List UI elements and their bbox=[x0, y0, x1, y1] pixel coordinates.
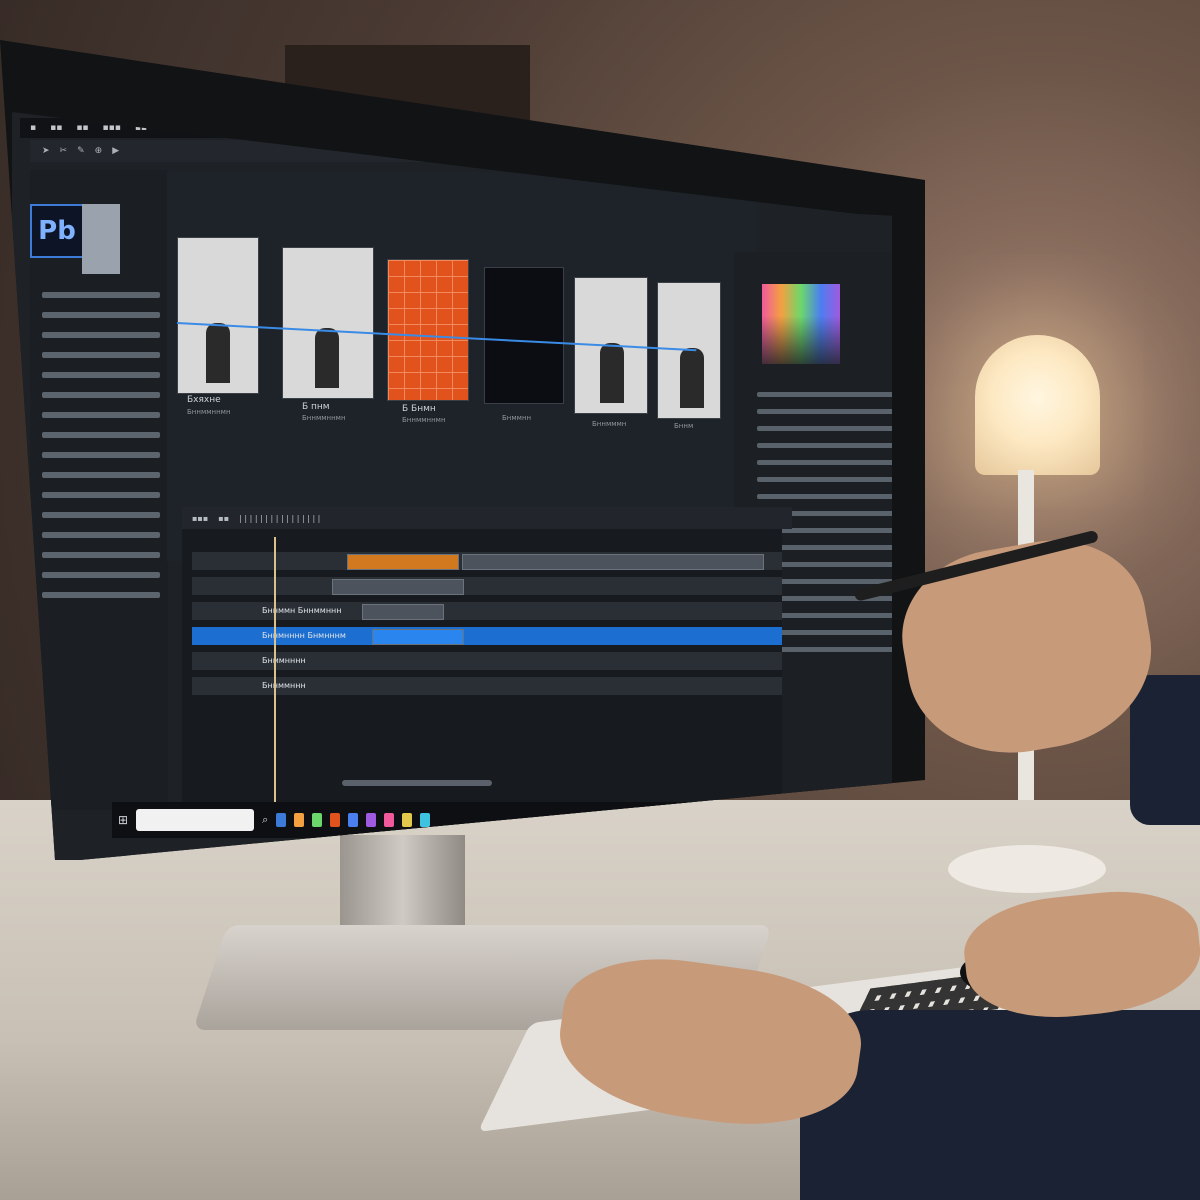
frame-3[interactable] bbox=[387, 259, 469, 401]
list-item[interactable] bbox=[42, 412, 160, 418]
project-list bbox=[42, 292, 160, 598]
property-row[interactable] bbox=[757, 460, 892, 465]
frame-title: Бхяхне bbox=[187, 395, 221, 405]
timeline-ruler[interactable]: | | | | | | | | | | | | | | | | bbox=[239, 514, 320, 523]
windows-icon[interactable]: ⊞ bbox=[118, 813, 128, 827]
monitor: ▪ ▪▪ ▪▪ ▪▪▪ ▪▪ ➤ ✂ ✎ ⊕ ▶ Pb Бхяхне Бннмм… bbox=[0, 40, 925, 860]
list-item[interactable] bbox=[42, 472, 160, 478]
timeline-scrollbar[interactable] bbox=[342, 780, 492, 786]
color-picker[interactable] bbox=[762, 284, 840, 364]
tool-zoom-icon[interactable]: ⊕ bbox=[95, 146, 103, 156]
search-input[interactable] bbox=[136, 809, 255, 831]
list-item[interactable] bbox=[42, 452, 160, 458]
frame-subtitle: Бннммннмн bbox=[302, 414, 346, 422]
taskbar-app-icon[interactable] bbox=[276, 813, 287, 827]
property-row[interactable] bbox=[757, 477, 892, 482]
search-icon[interactable]: ⌕ bbox=[262, 813, 268, 827]
list-item[interactable] bbox=[42, 312, 160, 318]
menu-help[interactable]: ▪▪ bbox=[135, 123, 147, 133]
frame-4[interactable] bbox=[484, 267, 564, 404]
list-item[interactable] bbox=[42, 512, 160, 518]
frame-subtitle: Бннммннмн bbox=[187, 408, 231, 416]
frame-subtitle: Бннм bbox=[674, 422, 694, 430]
track-label: Бнммнннн bbox=[262, 656, 306, 665]
list-item[interactable] bbox=[42, 592, 160, 598]
clip[interactable] bbox=[347, 554, 459, 570]
playhead[interactable] bbox=[274, 537, 276, 807]
clip[interactable] bbox=[332, 579, 464, 595]
clip[interactable] bbox=[372, 629, 464, 645]
track-row[interactable] bbox=[192, 552, 782, 570]
track-row-selected[interactable]: Бннмнннн Бнмнннм bbox=[192, 627, 782, 645]
tool-play-icon[interactable]: ▶ bbox=[112, 146, 119, 156]
tool-cut-icon[interactable]: ✂ bbox=[60, 146, 68, 156]
frame-1[interactable] bbox=[177, 237, 259, 394]
track-row[interactable]: Бнммнннн bbox=[192, 652, 782, 670]
list-item[interactable] bbox=[42, 532, 160, 538]
list-item[interactable] bbox=[42, 392, 160, 398]
taskbar-app-icon[interactable] bbox=[366, 813, 377, 827]
clip[interactable] bbox=[362, 604, 444, 620]
person-figure bbox=[679, 348, 704, 408]
list-item[interactable] bbox=[42, 492, 160, 498]
frame-subtitle: Бнммнн bbox=[502, 414, 532, 422]
timeline-header: ▪▪▪ ▪▪ | | | | | | | | | | | | | | | | bbox=[182, 507, 792, 529]
list-item[interactable] bbox=[42, 352, 160, 358]
taskbar-app-icon[interactable] bbox=[384, 813, 395, 827]
track-label: Бннммннн bbox=[262, 681, 306, 690]
property-row[interactable] bbox=[757, 426, 892, 431]
taskbar-app-icon[interactable] bbox=[402, 813, 413, 827]
taskbar-app-icon[interactable] bbox=[312, 813, 323, 827]
list-item[interactable] bbox=[42, 552, 160, 558]
taskbar-app-icon[interactable] bbox=[348, 813, 359, 827]
frame-2[interactable] bbox=[282, 247, 374, 399]
menu-window[interactable]: ▪▪▪ bbox=[103, 123, 121, 133]
list-item[interactable] bbox=[42, 332, 160, 338]
track-row[interactable] bbox=[192, 577, 782, 595]
clip[interactable] bbox=[462, 554, 764, 570]
timeline-tab[interactable]: ▪▪ bbox=[218, 514, 229, 523]
timeline-tab[interactable]: ▪▪▪ bbox=[192, 514, 208, 523]
menu-edit[interactable]: ▪▪ bbox=[50, 123, 62, 133]
list-item[interactable] bbox=[42, 292, 160, 298]
person-figure bbox=[314, 328, 339, 388]
menu-view[interactable]: ▪▪ bbox=[76, 123, 88, 133]
frame-title: Б пнм bbox=[302, 402, 330, 412]
list-item[interactable] bbox=[42, 572, 160, 578]
frame-subtitle: Бннммннмн bbox=[402, 416, 446, 424]
screen: ▪ ▪▪ ▪▪ ▪▪▪ ▪▪ ➤ ✂ ✎ ⊕ ▶ Pb Бхяхне Бннмм… bbox=[12, 112, 892, 860]
lamp-base bbox=[948, 845, 1106, 893]
taskbar-app-icon[interactable] bbox=[330, 813, 341, 827]
logo-icon: Pb bbox=[30, 204, 84, 258]
property-row[interactable] bbox=[757, 494, 892, 499]
track-row[interactable]: Бннммн Бннммннн bbox=[192, 602, 782, 620]
tool-pen-icon[interactable]: ✎ bbox=[77, 146, 85, 156]
menu-file[interactable]: ▪ bbox=[30, 123, 36, 133]
property-row[interactable] bbox=[757, 443, 892, 448]
tool-select-icon[interactable]: ➤ bbox=[42, 146, 50, 156]
frame-title: Б Бнмн bbox=[402, 404, 436, 414]
property-row[interactable] bbox=[757, 392, 892, 397]
list-item[interactable] bbox=[42, 432, 160, 438]
track-row[interactable]: Бннммннн bbox=[192, 677, 782, 695]
lamp-shade bbox=[975, 335, 1100, 475]
sleeve-right bbox=[1130, 675, 1200, 825]
property-row[interactable] bbox=[757, 409, 892, 414]
list-item[interactable] bbox=[42, 372, 160, 378]
person-figure bbox=[206, 323, 230, 383]
taskbar-app-icon[interactable] bbox=[420, 813, 431, 827]
frame-subtitle: Бннмммн bbox=[592, 420, 627, 428]
taskbar-app-icon[interactable] bbox=[294, 813, 305, 827]
project-thumbnail[interactable] bbox=[82, 204, 120, 274]
person-figure bbox=[600, 343, 625, 403]
